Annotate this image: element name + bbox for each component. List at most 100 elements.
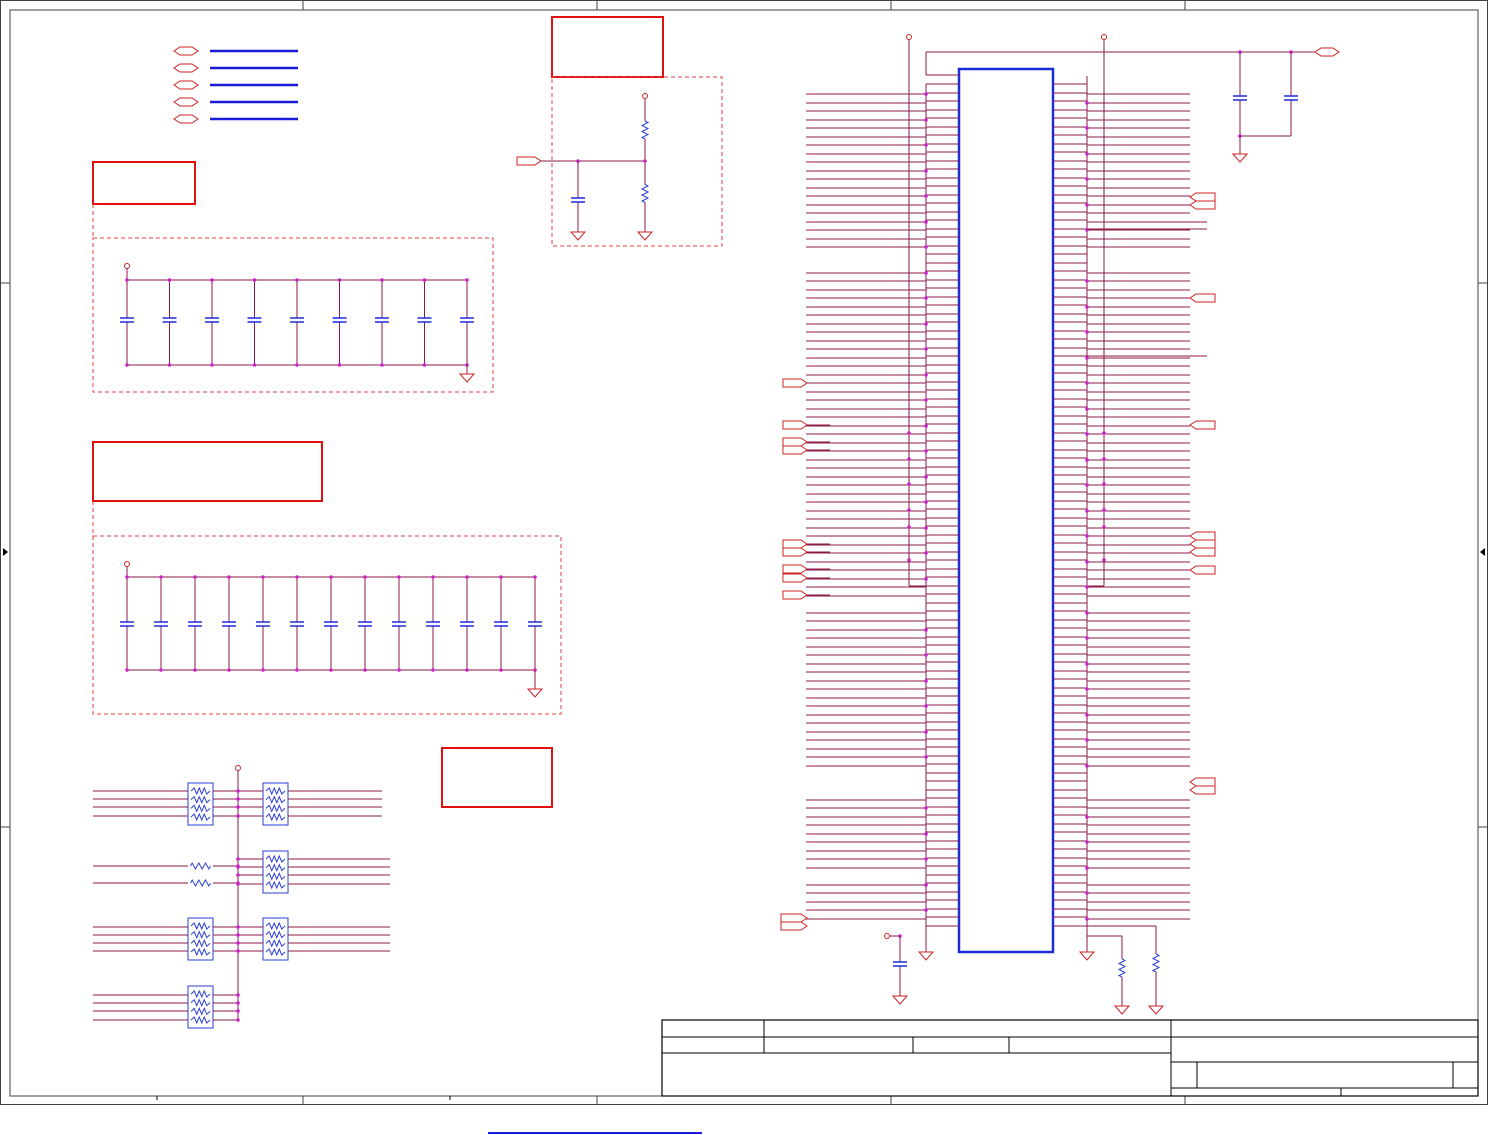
junction-dot: [1085, 483, 1089, 487]
junction-dot: [1085, 662, 1089, 666]
label-box: [92, 161, 196, 205]
junction-dot: [380, 363, 384, 367]
junction-dot: [924, 194, 928, 198]
junction-dot: [924, 220, 928, 224]
outer-border: [0, 0, 1488, 1105]
junction-dot: [363, 575, 367, 579]
junction-dot: [1085, 713, 1089, 717]
junction-dot: [236, 1018, 240, 1022]
junction-dot: [329, 575, 333, 579]
junction-dot: [1085, 815, 1089, 819]
ground-triangle: [526, 688, 544, 698]
ground-icon: [569, 226, 587, 241]
junction-dot: [924, 883, 928, 887]
junction-dot: [924, 169, 928, 173]
capacitor-icon: [417, 317, 432, 323]
net-port-icon: [1189, 539, 1216, 549]
resistor-zigzag: [265, 786, 286, 796]
capacitor-icon: [290, 317, 304, 323]
schematic-sheet: [0, 0, 1488, 1134]
junction-dot: [236, 941, 240, 945]
junction-dot: [236, 1009, 240, 1013]
resistor-zigzag: [190, 878, 211, 888]
resistor-zigzag: [190, 930, 211, 939]
junction-dot: [924, 424, 928, 428]
ground-triangle: [917, 951, 935, 961]
junction-dot: [907, 457, 911, 461]
resistor-zigzag: [190, 795, 211, 804]
net-port-icon: [1189, 420, 1216, 430]
junction-dot: [924, 373, 928, 377]
resistor-network-icon: [187, 985, 214, 1029]
junction-dot: [924, 143, 928, 147]
power-pin-icon: [1101, 34, 1107, 40]
junction-dot: [1085, 891, 1089, 895]
resistor-icon: [1151, 926, 1161, 1000]
junction-dot: [924, 755, 928, 759]
junction-dot: [236, 882, 240, 886]
junction-dot: [236, 933, 240, 937]
junction-dot: [643, 159, 647, 163]
capacitor-icon: [222, 621, 236, 627]
junction-dot: [236, 873, 240, 877]
junction-dot: [1085, 279, 1089, 283]
junction-dot: [1085, 330, 1089, 334]
ground-icon: [526, 683, 544, 698]
decoupling-cap-group-a: [92, 237, 494, 393]
capacitor-icon: [375, 317, 389, 323]
junction-dot: [907, 508, 911, 512]
junction-dot: [499, 668, 503, 672]
junction-dot: [252, 278, 257, 282]
junction-dot: [125, 668, 129, 672]
ground-triangle: [891, 995, 909, 1005]
capacitor-icon: [1233, 95, 1247, 101]
capacitor-icon: [256, 621, 270, 627]
resistor-network-icon: [187, 782, 214, 826]
resistor-zigzag: [640, 120, 650, 140]
junction-dot: [380, 278, 384, 282]
junction-dot: [1085, 764, 1089, 768]
dashed-group-outline: [92, 535, 562, 715]
junction-dot: [295, 575, 299, 579]
junction-dot: [924, 628, 928, 632]
net-port-icon: [780, 921, 808, 931]
junction-dot: [924, 908, 928, 912]
dashed-group-outline: [92, 237, 494, 393]
capacitor-icon: [205, 317, 219, 323]
junction-dot: [924, 704, 928, 708]
junction-dot: [227, 575, 231, 579]
power-pin-icon: [235, 765, 241, 771]
junction-dot: [1085, 407, 1089, 411]
resistor-zigzag: [190, 921, 211, 931]
ground-icon: [917, 946, 935, 961]
net-port-icon: [782, 590, 808, 600]
junction-dot: [1102, 457, 1106, 461]
junction-dot: [397, 575, 401, 579]
net-port-icon: [782, 437, 808, 447]
net-port-icon: [782, 378, 808, 388]
resistor-network-body: [187, 985, 214, 1029]
junction-dot: [227, 668, 231, 672]
junction-dot: [924, 449, 928, 453]
junction-dot: [236, 814, 240, 818]
label-box: [441, 747, 553, 808]
junction-dot: [1085, 203, 1089, 207]
junction-dot: [907, 525, 911, 529]
capacitor-icon: [460, 621, 474, 627]
junction-dot: [125, 278, 129, 282]
resistor-zigzag: [190, 989, 211, 999]
label-box: [92, 441, 323, 502]
resistor-zigzag: [190, 1007, 211, 1016]
ground-triangle: [569, 231, 587, 241]
junction-dot: [1085, 177, 1089, 181]
net-port-icon: [1189, 293, 1216, 303]
power-pin-icon: [124, 263, 130, 269]
junction-dot: [1085, 381, 1089, 385]
junction-dot: [1102, 431, 1106, 435]
junction-dot: [193, 668, 197, 672]
capacitor-icon: [893, 961, 907, 967]
junction-dot: [261, 668, 265, 672]
ground-triangle: [458, 373, 476, 383]
junction-dot: [1085, 585, 1089, 589]
junction-dot: [924, 296, 928, 300]
